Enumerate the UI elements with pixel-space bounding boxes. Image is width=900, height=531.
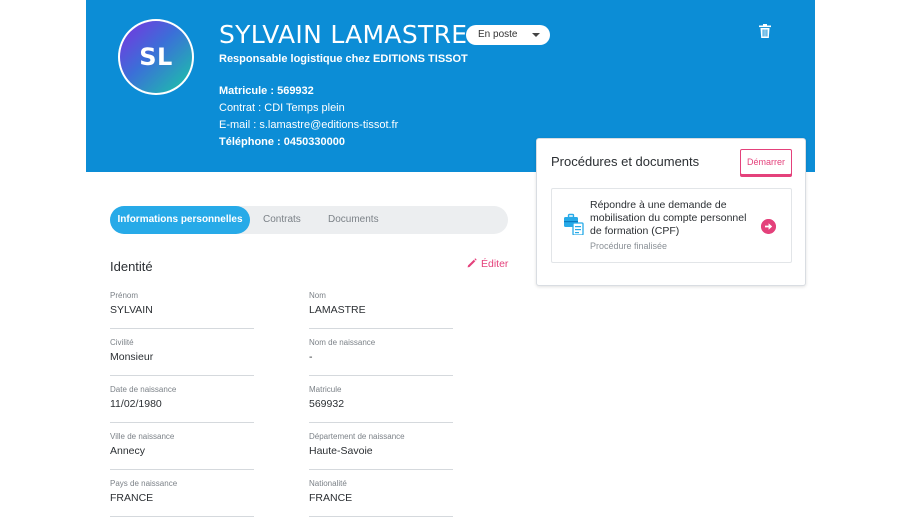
contrat-value: CDI Temps plein <box>264 102 345 114</box>
field-pays-de-naissance: Pays de naissance FRANCE <box>110 479 254 517</box>
field-ville-de-naissance: Ville de naissance Annecy <box>110 432 254 470</box>
field-label: Pays de naissance <box>110 479 178 488</box>
phone-label: Téléphone : <box>219 136 281 148</box>
status-dropdown[interactable]: En poste <box>466 25 550 45</box>
contrat-line: Contrat : CDI Temps plein <box>219 102 345 114</box>
tab-documents[interactable]: Documents <box>328 206 379 234</box>
arrow-right-circle-icon[interactable] <box>761 219 776 234</box>
field-value: FRANCE <box>309 492 353 504</box>
status-value: En poste <box>478 29 518 40</box>
tab-contrats[interactable]: Contrats <box>263 206 301 234</box>
profile-tabs: Informations personnelles Contrats Docum… <box>110 206 508 234</box>
field-value: SYLVAIN <box>110 304 153 316</box>
tab-informations-personnelles[interactable]: Informations personnelles <box>110 206 250 234</box>
email-label: E-mail : <box>219 119 257 131</box>
field-label: Département de naissance <box>309 432 405 441</box>
avatar-initials: SL <box>120 21 192 93</box>
field-date-de-naissance: Date de naissance 11/02/1980 <box>110 385 254 423</box>
field-value: Annecy <box>110 445 146 457</box>
field-value: FRANCE <box>110 492 154 504</box>
email-line: E-mail : s.lamastre@editions-tissot.fr <box>219 119 398 131</box>
field-value: Monsieur <box>110 351 154 363</box>
trash-icon[interactable] <box>759 24 771 38</box>
panel-title: Procédures et documents <box>551 154 700 169</box>
job-title: Responsable logistique chez EDITIONS TIS… <box>219 53 468 65</box>
field-nationalite: Nationalité FRANCE <box>309 479 453 517</box>
field-label: Nom de naissance <box>309 338 376 347</box>
phone-line: Téléphone : 0450330000 <box>219 136 345 148</box>
field-value: 569932 <box>309 398 345 410</box>
edit-button[interactable]: Éditer <box>467 258 508 270</box>
field-label: Prénom <box>110 291 139 300</box>
field-departement-de-naissance: Département de naissance Haute-Savoie <box>309 432 453 470</box>
field-value: 11/02/1980 <box>110 398 162 410</box>
field-label: Nom <box>309 291 326 300</box>
matricule-label: Matricule : <box>219 85 275 97</box>
field-nom: Nom LAMASTRE <box>309 291 453 329</box>
field-label: Nationalité <box>309 479 347 488</box>
procedure-status: Procédure finalisée <box>590 241 668 251</box>
field-label: Date de naissance <box>110 385 177 394</box>
start-button[interactable]: Démarrer <box>740 149 792 175</box>
employee-name: SYLVAIN LAMASTRE <box>219 20 468 49</box>
edit-label: Éditer <box>481 258 509 270</box>
field-label: Ville de naissance <box>110 432 175 441</box>
field-civilite: Civilité Monsieur <box>110 338 254 376</box>
briefcase-document-icon <box>564 213 584 235</box>
field-label: Civilité <box>110 338 134 347</box>
email-value: s.lamastre@editions-tissot.fr <box>259 119 399 131</box>
matricule-value: 569932 <box>277 85 314 97</box>
phone-value: 0450330000 <box>283 136 345 148</box>
field-value: - <box>309 351 313 363</box>
field-prenom: Prénom SYLVAIN <box>110 291 254 329</box>
field-value: LAMASTRE <box>309 304 366 316</box>
procedure-card[interactable]: Répondre à une demande de mobilisation d… <box>551 188 792 263</box>
chevron-down-icon <box>532 33 540 37</box>
procedure-title: Répondre à une demande de mobilisation d… <box>590 199 747 237</box>
procedures-panel: Procédures et documents Démarrer Répondr… <box>536 138 806 286</box>
matricule-line: Matricule : 569932 <box>219 85 314 97</box>
field-label: Matricule <box>309 385 342 394</box>
field-value: Haute-Savoie <box>309 445 373 457</box>
pencil-icon <box>467 258 477 268</box>
field-matricule: Matricule 569932 <box>309 385 453 423</box>
avatar: SL <box>118 19 194 95</box>
section-title: Identité <box>110 259 153 274</box>
field-nom-de-naissance: Nom de naissance - <box>309 338 453 376</box>
contrat-label: Contrat : <box>219 102 262 114</box>
